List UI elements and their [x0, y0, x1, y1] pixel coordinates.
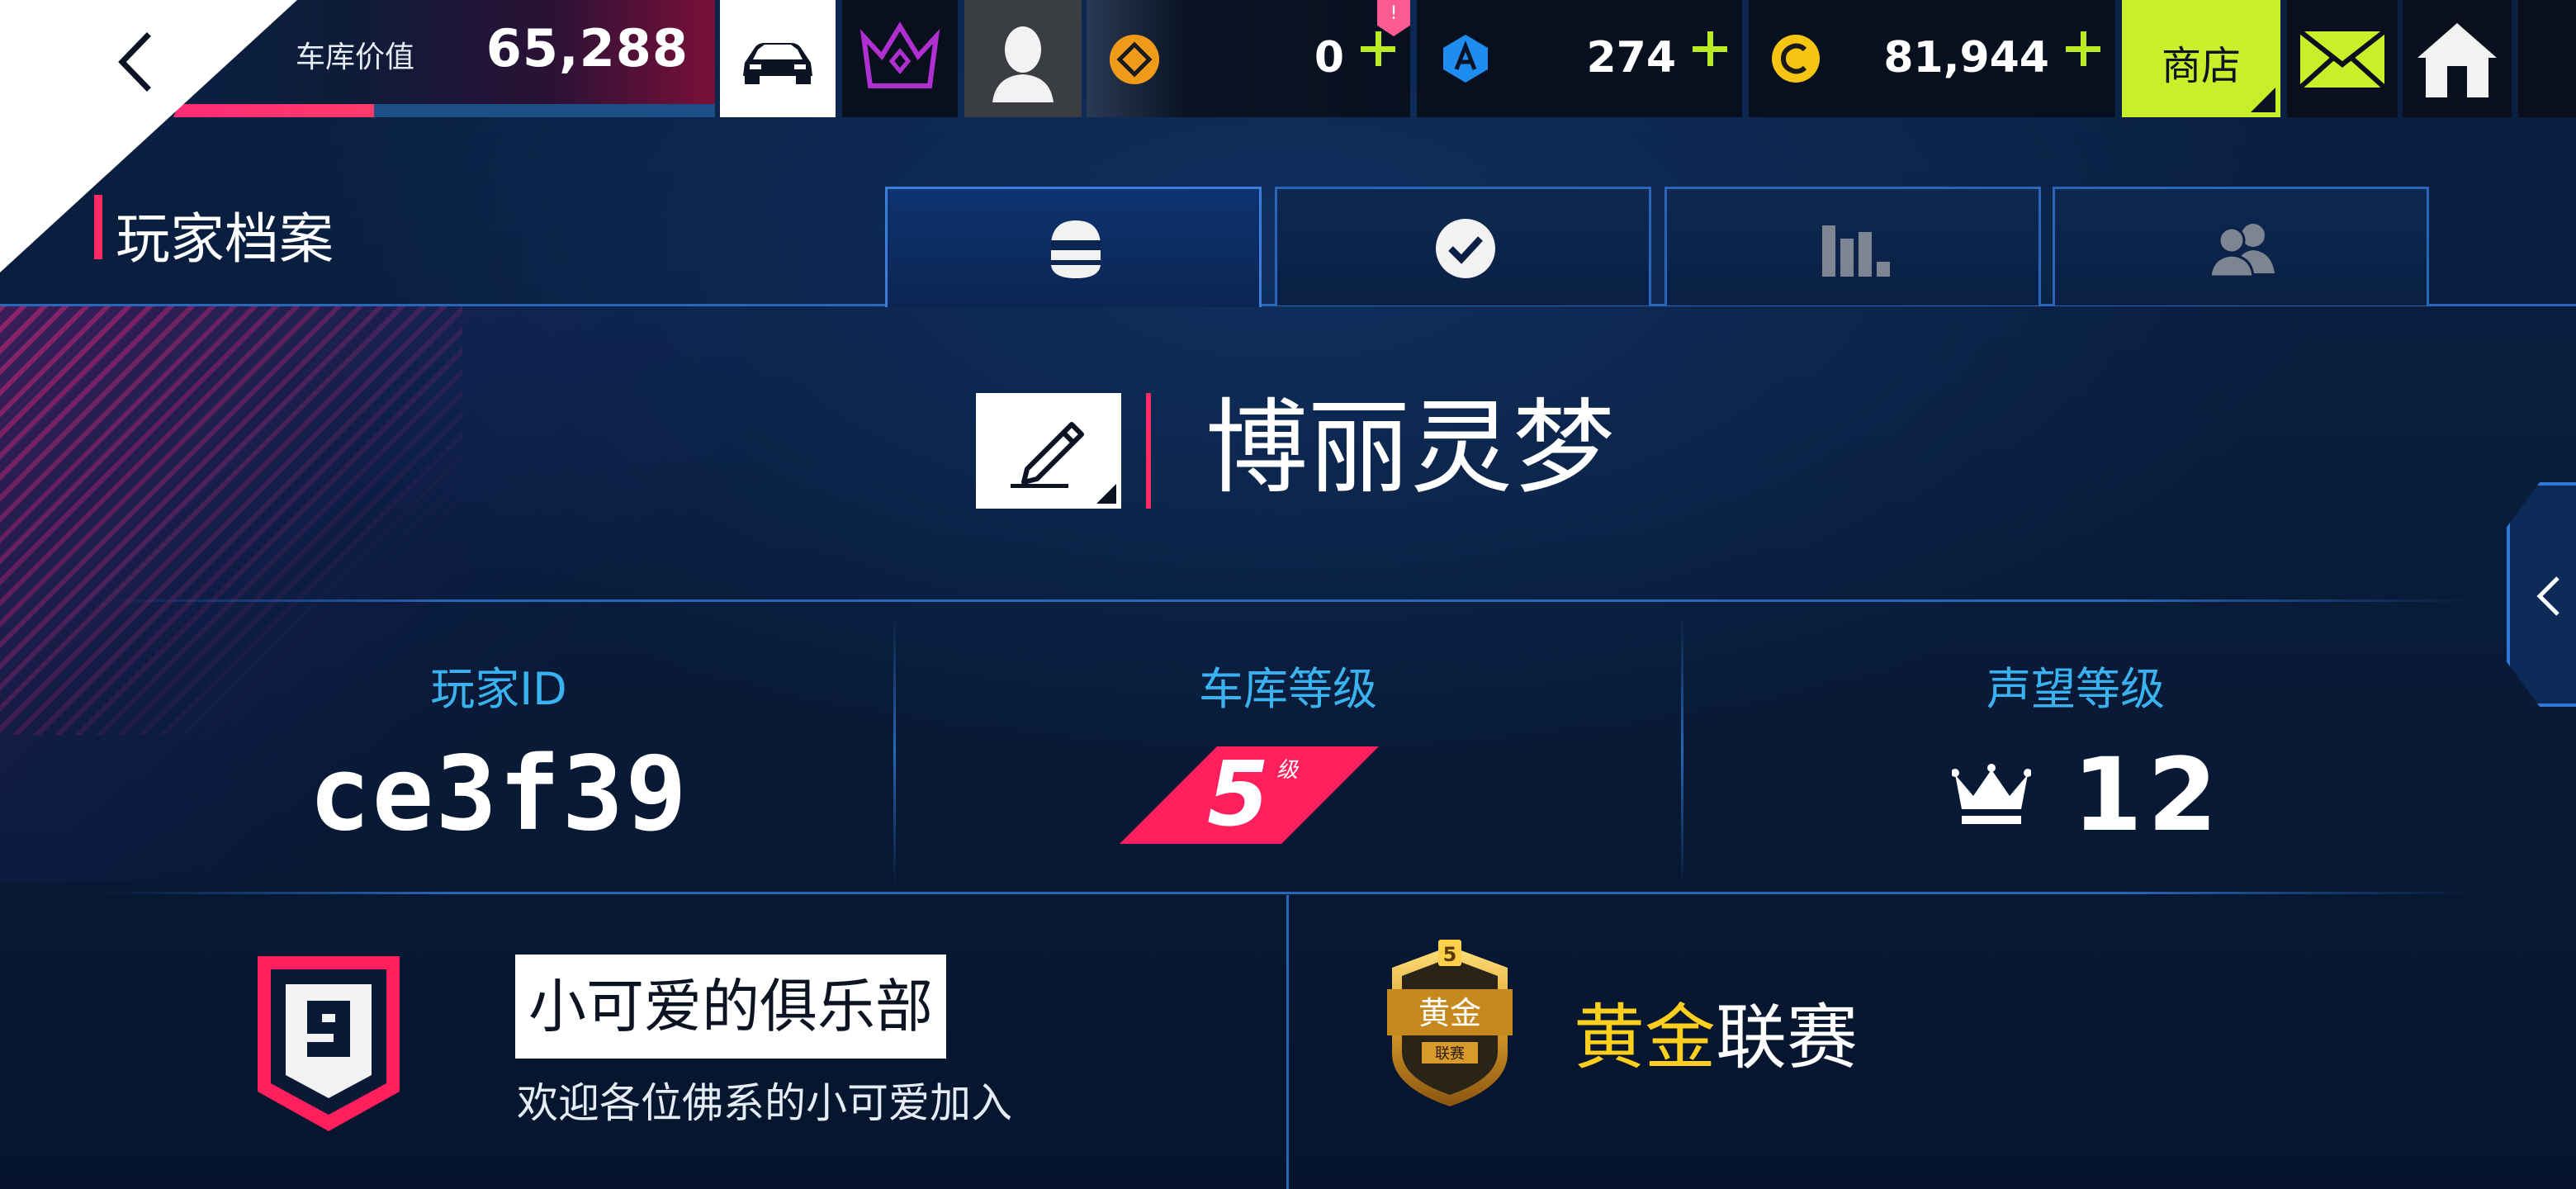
league-name: 联赛 [1716, 997, 1858, 1079]
tab-friends[interactable] [2053, 187, 2429, 306]
tab-profile[interactable] [885, 187, 1262, 307]
crown-emblem-icon [859, 21, 940, 88]
car-icon [743, 43, 812, 84]
stats-column-divider [1681, 614, 1683, 887]
stats-icon [1822, 225, 1890, 277]
blueprint-icon [1443, 35, 1488, 83]
reputation-level-label: 声望等级 [1986, 663, 2165, 715]
league-badge-top: 黄金 [1418, 995, 1481, 1031]
garage-button[interactable] [720, 0, 836, 117]
club-name: 小可爱的俱乐部 [528, 973, 933, 1040]
league-badge-icon[interactable]: 5 黄金 联赛 [1384, 938, 1516, 1111]
garage-value-progress-fill [173, 104, 374, 117]
credits-icon [1772, 35, 1820, 83]
blueprints-currency: 274 [1417, 0, 1742, 117]
player-profile-screen: 车库价值 65,288 0 ! 274 81,944 商店 玩家档案 博丽灵梦 … [0, 0, 2576, 1189]
home-icon [2417, 23, 2497, 97]
credits-value: 81,944 [1883, 33, 2049, 83]
back-button[interactable] [99, 25, 173, 99]
mail-icon [2298, 29, 2387, 90]
garage-value-label: 车库价值 [296, 40, 415, 74]
token-icon [1110, 35, 1159, 84]
svg-text:5: 5 [1443, 943, 1457, 966]
top-bar: 车库价值 65,288 0 ! 274 81,944 商店 [0, 0, 2576, 121]
tokens-currency: 0 [1087, 0, 1410, 117]
reputation-level-value: 12 [2072, 737, 2223, 854]
player-id-label: 玩家ID [430, 663, 567, 715]
helmet-icon [1051, 220, 1101, 278]
home-button[interactable] [2403, 0, 2512, 117]
name-separator [1146, 393, 1151, 509]
check-icon [1436, 219, 1495, 278]
crown-icon [1952, 764, 2031, 824]
player-name: 博丽灵梦 [1205, 389, 1616, 508]
stats-divider-bottom [99, 892, 2477, 894]
stats-divider-top [99, 599, 2477, 602]
shop-label: 商店 [2161, 43, 2241, 89]
avatar-icon [992, 26, 1054, 102]
club-shield-icon[interactable] [253, 951, 405, 1136]
club-name-box[interactable]: 小可爱的俱乐部 [515, 955, 946, 1059]
add-credits-button[interactable] [2057, 23, 2109, 74]
tokens-value: 0 [1314, 33, 1344, 83]
topbar-edge [2518, 0, 2576, 117]
chevron-left-icon [2536, 576, 2559, 616]
garage-value: 65,288 [485, 18, 689, 78]
back-arrow-icon [118, 32, 151, 92]
tab-statistics[interactable] [1664, 187, 2041, 306]
garage-level-unit: 级 [1276, 758, 1299, 783]
legends-button[interactable] [842, 0, 958, 117]
league-badge-bottom: 联赛 [1435, 1045, 1465, 1063]
blueprints-value: 274 [1586, 33, 1676, 83]
league-name-highlight: 黄金 [1574, 997, 1716, 1079]
edit-corner-mark [1096, 484, 1116, 504]
shop-button[interactable]: 商店 [2122, 0, 2280, 117]
credits-currency: 81,944 [1749, 0, 2115, 117]
shop-corner-mark [2251, 88, 2275, 112]
bottom-divider [1286, 895, 1289, 1189]
edit-name-button[interactable] [976, 393, 1121, 509]
garage-level-label: 车库等级 [1199, 663, 1377, 715]
friends-icon [2209, 224, 2275, 278]
club-description: 欢迎各位佛系的小可爱加入 [517, 1079, 1012, 1127]
player-id: ce3f39 [309, 735, 689, 854]
mail-button[interactable] [2287, 0, 2398, 117]
page-title: 玩家档案 [116, 207, 334, 271]
title-accent-bar [94, 195, 102, 259]
tab-achievements[interactable] [1275, 187, 1651, 306]
pencil-icon [1011, 422, 1084, 488]
garage-level-value: 5 [1207, 743, 1270, 846]
add-blueprints-button[interactable] [1684, 23, 1735, 74]
side-drawer-toggle[interactable] [2507, 482, 2576, 707]
stats-column-divider [893, 614, 896, 887]
avatar-button[interactable] [964, 0, 1082, 117]
